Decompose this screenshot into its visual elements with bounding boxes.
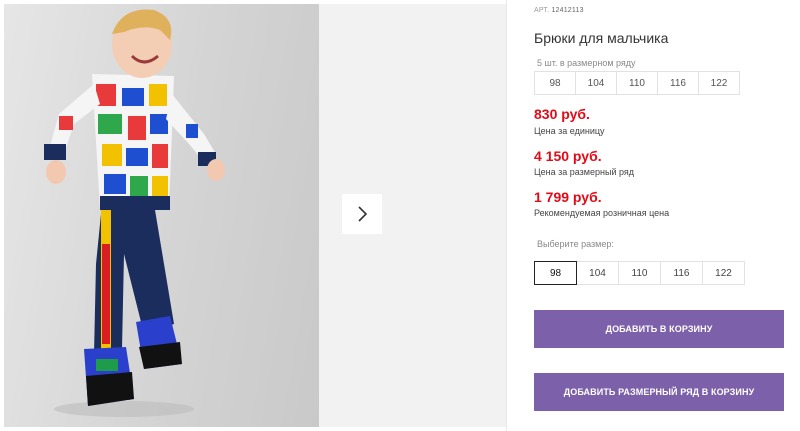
divider	[506, 0, 507, 431]
product-gallery	[0, 0, 506, 431]
unit-price: 830 руб.	[534, 106, 590, 122]
article-number: АРТ. 12412113	[534, 7, 584, 14]
size-option-110[interactable]: 110	[618, 261, 661, 285]
row-price: 4 150 руб.	[534, 148, 602, 164]
pack-size-label: 5 шт. в размерном ряду	[537, 58, 636, 68]
unit-price-caption: Цена за единицу	[534, 126, 605, 136]
pack-size-122: 122	[698, 71, 740, 95]
chevron-right-icon	[358, 206, 368, 222]
boy-illustration	[44, 9, 225, 417]
pack-size-98: 98	[534, 71, 576, 95]
article-label: АРТ.	[534, 7, 550, 14]
pack-size-104: 104	[575, 71, 617, 95]
gallery-next-button[interactable]	[342, 194, 382, 234]
add-size-row-to-cart-button[interactable]: ДОБАВИТЬ РАЗМЕРНЫЙ РЯД В КОРЗИНУ	[534, 373, 784, 411]
size-option-122[interactable]: 122	[702, 261, 745, 285]
row-price-caption: Цена за размерный ряд	[534, 167, 635, 177]
size-option-98[interactable]: 98	[534, 261, 577, 285]
add-to-cart-button[interactable]: ДОБАВИТЬ В КОРЗИНУ	[534, 310, 784, 348]
article-code: 12412113	[551, 7, 584, 14]
pack-size-116: 116	[657, 71, 699, 95]
pack-size-row: 98 104 110 116 122	[534, 71, 740, 95]
product-title: Брюки для мальчика	[534, 30, 669, 46]
size-option-104[interactable]: 104	[576, 261, 619, 285]
pack-size-110: 110	[616, 71, 658, 95]
size-selector: 98 104 110 116 122	[534, 261, 745, 285]
retail-price-caption: Рекомендуемая розничная цена	[534, 208, 670, 218]
product-photo	[4, 4, 319, 427]
retail-price: 1 799 руб.	[534, 189, 602, 205]
size-option-116[interactable]: 116	[660, 261, 703, 285]
select-size-label: Выберите размер:	[537, 239, 614, 249]
